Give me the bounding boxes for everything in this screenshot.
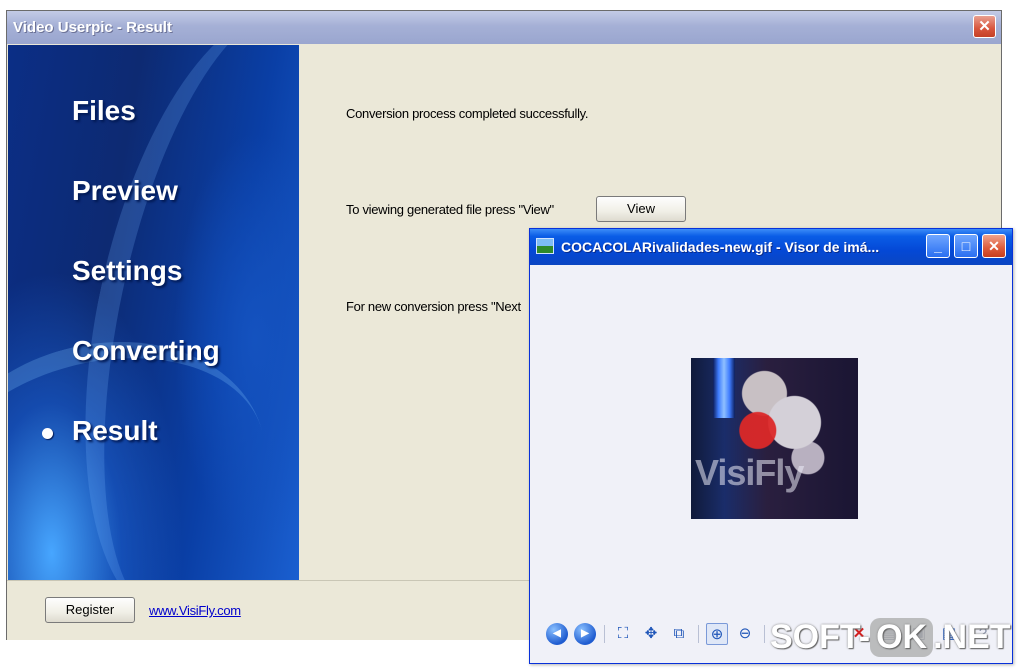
minimize-button[interactable]: _ [926, 234, 950, 258]
image-decoration [713, 358, 735, 418]
next-prompt: For new conversion press "Next [346, 299, 521, 314]
view-button[interactable]: View [596, 196, 686, 222]
sidebar-item-preview[interactable]: Preview [72, 175, 178, 207]
watermark-ok-badge: OK [870, 618, 934, 657]
sidebar: Files Preview Settings Converting Result [8, 45, 299, 580]
toolbar-separator [604, 625, 605, 643]
best-fit-icon[interactable]: ⛶ [612, 623, 634, 645]
window-title: Video Userpic - Result [13, 19, 172, 36]
active-step-bullet-icon [42, 428, 53, 439]
watermark-suffix: .NET [933, 618, 1011, 656]
sidebar-item-converting[interactable]: Converting [72, 335, 220, 367]
viewer-canvas: VisiFly ◀ ▶ ⛶ ✥ ⧉ ⊕ ⊖ ✕ ▤ ▣ ▦ ? [532, 265, 1010, 661]
sidebar-item-files[interactable]: Files [72, 95, 136, 127]
previous-icon[interactable]: ◀ [546, 623, 568, 645]
toolbar-separator [764, 625, 765, 643]
actual-size-icon[interactable]: ✥ [640, 623, 662, 645]
image-viewer-window: COCACOLARivalidades-new.gif - Visor de i… [529, 228, 1013, 664]
image-file-icon [536, 238, 554, 254]
sidebar-item-result[interactable]: Result [72, 415, 158, 447]
viewer-close-button[interactable]: ✕ [982, 234, 1006, 258]
viewer-title: COCACOLARivalidades-new.gif - Visor de i… [561, 239, 880, 255]
viewer-title-bar[interactable]: COCACOLARivalidades-new.gif - Visor de i… [530, 229, 1012, 265]
displayed-image: VisiFly [691, 358, 858, 519]
sidebar-item-settings[interactable]: Settings [72, 255, 182, 287]
zoom-out-icon[interactable]: ⊖ [734, 623, 756, 645]
register-button[interactable]: Register [45, 597, 135, 623]
slideshow-icon[interactable]: ⧉ [668, 623, 690, 645]
title-bar[interactable]: Video Userpic - Result ✕ [7, 11, 1001, 44]
watermark-prefix: SOFT- [770, 618, 871, 656]
maximize-button[interactable]: □ [954, 234, 978, 258]
next-icon[interactable]: ▶ [574, 623, 596, 645]
status-message: Conversion process completed successfull… [346, 106, 589, 121]
zoom-in-icon[interactable]: ⊕ [706, 623, 728, 645]
view-prompt: To viewing generated file press "View" [346, 202, 554, 217]
site-watermark: SOFT- OK .NET [770, 618, 1011, 664]
website-link[interactable]: www.VisiFly.com [149, 603, 241, 618]
close-button[interactable]: ✕ [973, 15, 996, 38]
toolbar-separator [698, 625, 699, 643]
image-watermark: VisiFly [695, 452, 804, 493]
